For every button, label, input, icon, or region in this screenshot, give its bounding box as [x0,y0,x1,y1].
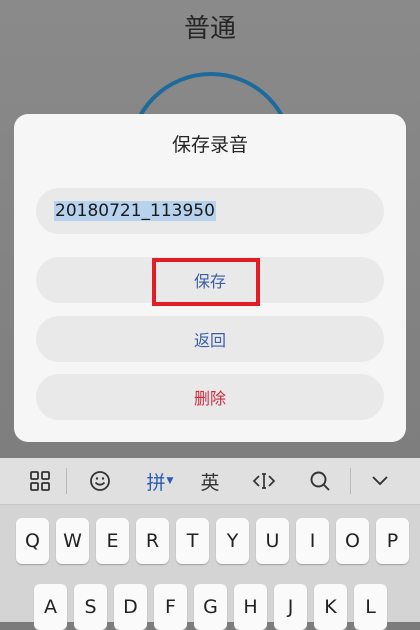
key-q[interactable]: Q [16,518,49,564]
grid-menu-icon[interactable] [20,458,60,504]
pinyin-label: 拼 [146,471,166,494]
key-f[interactable]: F [154,584,187,630]
key-s[interactable]: S [74,584,107,630]
dropdown-arrow-icon: ▼ [166,476,174,486]
key-p[interactable]: P [376,518,409,564]
key-r[interactable]: R [136,518,169,564]
collapse-keyboard-icon[interactable] [360,458,400,504]
key-y[interactable]: Y [216,518,249,564]
key-g[interactable]: G [194,584,227,630]
search-icon[interactable] [300,458,340,504]
key-o[interactable]: O [336,518,369,564]
key-d[interactable]: D [114,584,147,630]
key-a[interactable]: A [34,584,67,630]
key-i[interactable]: I [296,518,329,564]
key-w[interactable]: W [56,518,89,564]
key-k[interactable]: K [314,584,347,630]
save-highlight-box [152,258,260,306]
key-u[interactable]: U [256,518,289,564]
delete-button[interactable]: 删除 [36,374,384,420]
key-j[interactable]: J [274,584,307,630]
cursor-move-icon[interactable] [244,458,284,504]
keyboard-toolbar: 拼 ▼ 英 [0,458,420,505]
emoji-icon[interactable] [80,458,120,504]
back-button[interactable]: 返回 [36,316,384,362]
key-t[interactable]: T [176,518,209,564]
key-h[interactable]: H [234,584,267,630]
soft-keyboard: 拼 ▼ 英 Q W E R T Y U I O P A S D F G H J … [0,458,420,630]
filename-input[interactable]: 20180721_113950 [36,188,384,234]
key-l[interactable]: L [354,584,387,630]
pinyin-mode-toggle[interactable]: 拼 ▼ [138,458,182,504]
filename-text: 20180721_113950 [54,201,216,221]
key-e[interactable]: E [96,518,129,564]
english-mode-toggle[interactable]: 英 [190,458,230,504]
dialog-title: 保存录音 [171,134,248,156]
recording-mode-title: 普通 [183,14,236,44]
